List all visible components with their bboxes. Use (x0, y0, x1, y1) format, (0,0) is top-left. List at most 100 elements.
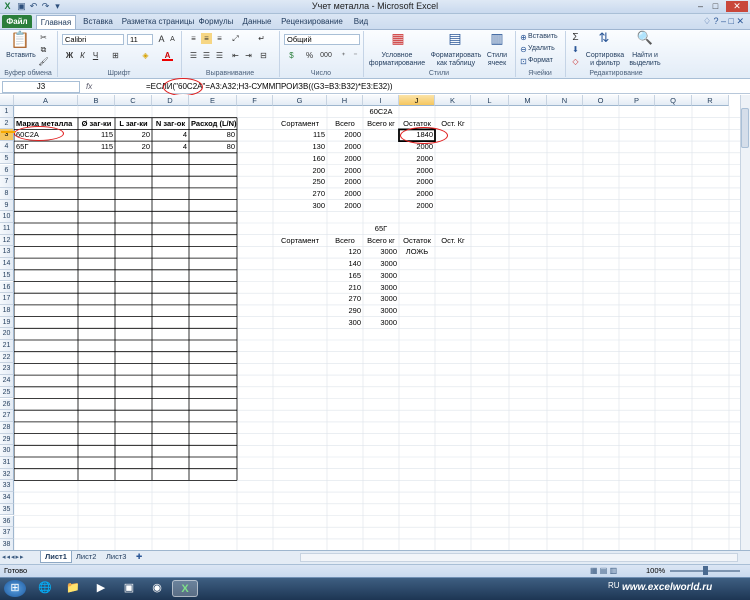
cell-j13[interactable]: ЛОЖЬ (399, 246, 435, 258)
media-player-icon[interactable]: ▶ (88, 580, 114, 597)
align-center-icon[interactable]: ☰ (201, 50, 212, 61)
format-as-table-icon[interactable]: ▤ (445, 31, 465, 50)
cell-h19[interactable]: 300 (327, 317, 363, 329)
row-header-36[interactable]: 36 (0, 515, 14, 528)
row-header-10[interactable]: 10 (0, 211, 14, 223)
row-header-22[interactable]: 22 (0, 351, 14, 364)
align-top-icon[interactable]: ≡ (188, 33, 199, 44)
excel-taskbar-icon[interactable]: X (172, 580, 198, 597)
tab-insert[interactable]: Вставка (80, 15, 116, 29)
tab-file[interactable]: Файл (2, 15, 32, 28)
fill-icon[interactable]: ⬇ (570, 44, 581, 55)
cell-c3[interactable]: 20 (115, 129, 152, 141)
sheet-tab-3[interactable]: Лист3 (102, 551, 130, 563)
tab-formulas[interactable]: Формулы (198, 15, 234, 29)
cell-i15[interactable]: 3000 (363, 270, 399, 282)
cell-i11[interactable]: 65Г (363, 223, 399, 235)
cell-h5[interactable]: 2000 (327, 153, 363, 165)
row-header-19[interactable]: 19 (0, 316, 14, 329)
insert-sheet-icon[interactable]: ✚ (132, 551, 146, 563)
column-header-g[interactable]: G (273, 95, 327, 106)
name-box[interactable]: J3 (2, 81, 80, 93)
cell-a4[interactable]: 65Г (14, 141, 78, 153)
font-name-select[interactable]: Calibri (62, 34, 124, 45)
underline-button[interactable]: Ч (90, 50, 101, 61)
horizontal-scrollbar[interactable] (300, 553, 738, 562)
cell-h14[interactable]: 140 (327, 258, 363, 270)
row-header-38[interactable]: 38 (0, 538, 14, 550)
zoom-level[interactable]: 100% (646, 565, 665, 577)
row-header-24[interactable]: 24 (0, 375, 14, 387)
cell-b2[interactable]: Ø заг-ки (78, 118, 115, 130)
sheet-tab-2[interactable]: Лист2 (72, 551, 100, 563)
cell-styles-icon[interactable]: ▥ (487, 31, 507, 50)
screen-icon[interactable]: ▣ (116, 580, 142, 597)
cell-j12[interactable]: Остаток (399, 235, 435, 247)
row-header-7[interactable]: 7 (0, 176, 14, 188)
decrease-indent-icon[interactable]: ⇤ (230, 50, 241, 61)
cell-e3[interactable]: 80 (189, 129, 237, 141)
explorer-icon[interactable]: 🌐 (32, 580, 58, 597)
format-as-table-button[interactable]: Форматировать как таблицу (430, 52, 482, 68)
delete-cells-button[interactable]: Удалить (528, 45, 562, 53)
sort-filter-icon[interactable]: ⇅ (594, 31, 614, 50)
formula-input[interactable]: =ЕСЛИ("60С2А"=A3:A32;H3-СУММПРОИЗВ((G3=B… (146, 81, 736, 93)
format-painter-icon[interactable]: 🖌 (38, 56, 49, 67)
cell-j5[interactable]: 2000 (399, 153, 435, 165)
row-header-20[interactable]: 20 (0, 328, 14, 340)
cell-g6[interactable]: 200 (273, 165, 327, 177)
view-buttons[interactable]: ▦ ▤ ▥ (590, 565, 617, 577)
font-size-select[interactable]: 11 (127, 34, 153, 45)
bold-button[interactable]: Ж (64, 50, 75, 61)
copy-icon[interactable]: ⧉ (38, 44, 49, 55)
cell-h15[interactable]: 165 (327, 270, 363, 282)
start-button-icon[interactable]: ⊞ (4, 580, 26, 597)
cell-h6[interactable]: 2000 (327, 165, 363, 177)
row-header-30[interactable]: 30 (0, 445, 14, 457)
row-header-15[interactable]: 15 (0, 269, 14, 282)
cell-b4[interactable]: 115 (78, 141, 115, 153)
row-header-25[interactable]: 25 (0, 386, 14, 399)
row-header-21[interactable]: 21 (0, 340, 14, 352)
align-right-icon[interactable]: ☰ (214, 50, 225, 61)
italic-button[interactable]: К (77, 50, 88, 61)
cell-g12[interactable]: Сортамент (273, 235, 327, 247)
cell-e4[interactable]: 80 (189, 141, 237, 153)
insert-function-icon[interactable]: fx (86, 82, 104, 92)
align-bottom-icon[interactable]: ≡ (214, 33, 225, 44)
cell-h12[interactable]: Всего (327, 235, 363, 247)
cell-i13[interactable]: 3000 (363, 246, 399, 258)
column-header-p[interactable]: P (619, 95, 655, 106)
align-left-icon[interactable]: ☰ (188, 50, 199, 61)
column-header-e[interactable]: E (189, 95, 237, 106)
row-header-35[interactable]: 35 (0, 503, 14, 516)
cell-c2[interactable]: L заг-ки (115, 118, 152, 130)
thousands-button[interactable]: 000 (318, 50, 334, 61)
spreadsheet-grid[interactable]: A B C D E F G H I J K L M N O P Q R 1 2 3 4 5 6 7 8 9 10 11 12 13 14 15 1… (0, 95, 740, 550)
row-header-4[interactable]: 4 (0, 141, 14, 153)
tab-review[interactable]: Рецензирование (280, 15, 344, 29)
row-header-34[interactable]: 34 (0, 492, 14, 504)
row-header-27[interactable]: 27 (0, 410, 14, 422)
increase-indent-icon[interactable]: ⇥ (243, 50, 254, 61)
row-header-5[interactable]: 5 (0, 152, 14, 165)
cell-g5[interactable]: 160 (273, 153, 327, 165)
find-select-button[interactable]: Найти и выделить (626, 52, 664, 68)
cell-d4[interactable]: 4 (152, 141, 189, 153)
cell-h9[interactable]: 2000 (327, 200, 363, 212)
row-header-11[interactable]: 11 (0, 223, 14, 235)
cell-h17[interactable]: 270 (327, 293, 363, 305)
orientation-icon[interactable]: ⤢ (230, 33, 241, 44)
row-header-8[interactable]: 8 (0, 187, 14, 200)
font-color-icon[interactable]: A (162, 50, 173, 61)
tab-view[interactable]: Вид (350, 15, 372, 29)
row-header-28[interactable]: 28 (0, 421, 14, 434)
select-all-corner[interactable] (0, 95, 14, 106)
row-header-1[interactable]: 1 (0, 106, 14, 118)
minimize-button[interactable]: – (694, 1, 707, 12)
paste-button[interactable]: Вставить (4, 52, 38, 60)
fill-color-icon[interactable]: ◈ (140, 50, 151, 61)
increase-decimal-icon[interactable]: ⁺ (338, 50, 349, 61)
close-button[interactable]: ✕ (726, 1, 748, 12)
autosum-icon[interactable]: Σ (570, 32, 581, 43)
